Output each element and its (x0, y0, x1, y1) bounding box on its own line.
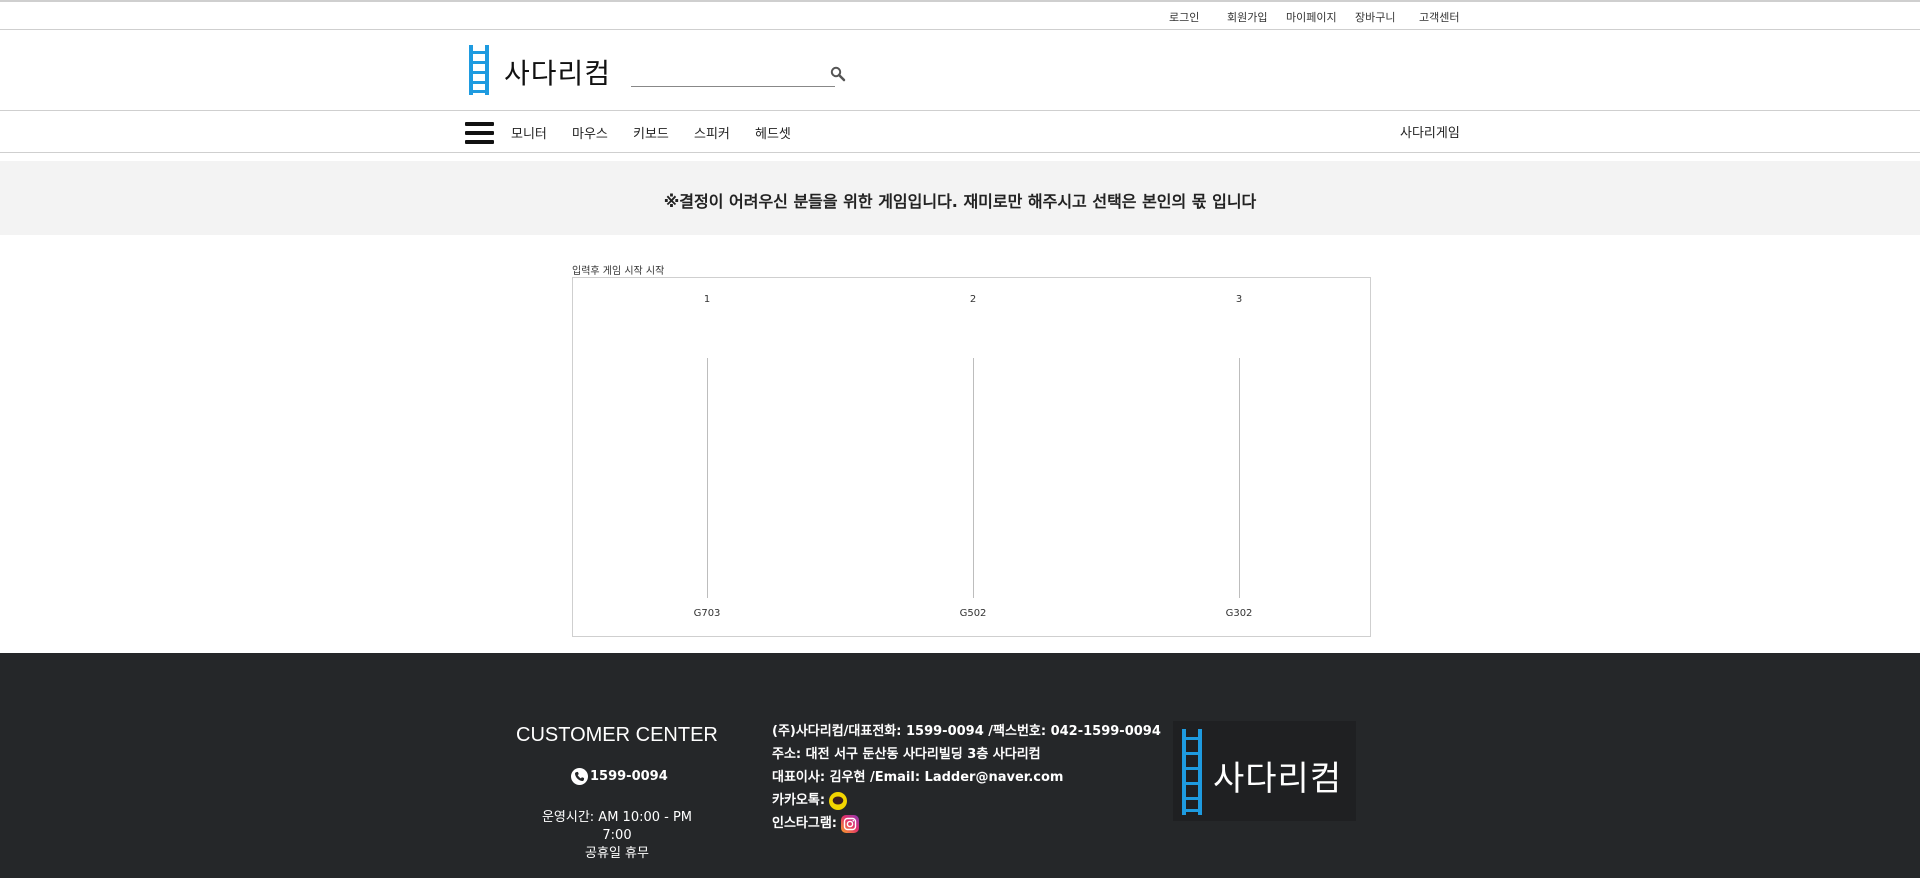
search-icon[interactable] (830, 66, 846, 86)
kakao-icon[interactable] (829, 791, 848, 810)
game-caption: 입력후 게임 시작 시작 (572, 266, 665, 277)
result-label: G302 (1225, 608, 1253, 619)
nav-item-mouse[interactable]: 마우스 (572, 123, 608, 142)
kakao-row: 카카오톡: (772, 789, 1161, 812)
ladder-logo-icon[interactable] (467, 45, 491, 99)
login-link[interactable]: 로그인 (1169, 9, 1199, 25)
top-utility-bar: 로그인 회원가입 마이페이지 장바구니 고객센터 (0, 0, 1920, 30)
ladder-line (707, 358, 708, 598)
company-info-line: (주)사다리컴/대표전화: 1599-0094 /팩스번호: 042-1599-… (772, 724, 1161, 739)
instagram-label: 인스타그램: (772, 816, 837, 831)
search-input[interactable] (631, 62, 835, 87)
phone-icon (571, 768, 588, 785)
ladder-line (1239, 358, 1240, 598)
ceo-email-line: 대표이사: 김우현 /Email: Ladder@naver.com (772, 770, 1064, 785)
kakao-label: 카카오톡: (772, 793, 826, 808)
nav-item-keyboard[interactable]: 키보드 (633, 123, 669, 142)
company-info: (주)사다리컴/대표전화: 1599-0094 /팩스번호: 042-1599-… (772, 720, 1161, 835)
customer-center-link[interactable]: 고객센터 (1419, 9, 1459, 25)
instagram-icon[interactable] (841, 814, 859, 833)
ladder-line (973, 358, 974, 598)
footer-logo: 사다리컴 (1173, 721, 1356, 821)
site-footer: CUSTOMER CENTER 1599-0094 운영시간: AM 10:00… (0, 653, 1920, 878)
site-header: 사다리컴 (0, 30, 1920, 111)
holiday-text: 공휴일 휴무 (585, 846, 649, 861)
signup-link[interactable]: 회원가입 (1227, 9, 1267, 25)
category-nav: 모니터 마우스 키보드 스피커 헤드셋 사다리게임 (0, 111, 1920, 153)
site-logo-text[interactable]: 사다리컴 (504, 52, 611, 92)
nav-item-speaker[interactable]: 스피커 (694, 123, 730, 142)
player-label[interactable]: 1 (704, 294, 710, 305)
menu-icon[interactable] (465, 122, 494, 144)
instagram-row: 인스타그램: (772, 812, 1161, 835)
nav-item-ladder-game[interactable]: 사다리게임 (1400, 122, 1460, 141)
customer-center-title: CUSTOMER CENTER (516, 724, 718, 746)
player-label[interactable]: 2 (970, 294, 976, 305)
player-label[interactable]: 3 (1236, 294, 1242, 305)
address-line: 주소: 대전 서구 둔산동 사다리빌딩 3층 사다리컴 (772, 747, 1041, 762)
cart-link[interactable]: 장바구니 (1355, 9, 1395, 25)
phone-number[interactable]: 1599-0094 (590, 769, 668, 784)
notice-text: ※결정이 어려우신 분들을 위한 게임입니다. 재미로만 해주시고 선택은 본인… (663, 192, 1257, 211)
customer-center-phone: 1599-0094 (571, 768, 668, 785)
business-hours-text: 운영시간: AM 10:00 - PM 7:00 (541, 810, 693, 843)
nav-item-monitor[interactable]: 모니터 (511, 123, 547, 142)
result-label: G703 (693, 608, 721, 619)
business-hours: 운영시간: AM 10:00 - PM 7:00 공휴일 휴무 (530, 809, 704, 863)
nav-item-headset[interactable]: 헤드셋 (755, 123, 791, 142)
ladder-logo-icon (1182, 729, 1202, 815)
mypage-link[interactable]: 마이페이지 (1286, 9, 1337, 25)
footer-logo-text: 사다리컴 (1213, 759, 1343, 799)
notice-banner: ※결정이 어려우신 분들을 위한 게임입니다. 재미로만 해주시고 선택은 본인… (0, 161, 1920, 235)
result-label: G502 (959, 608, 987, 619)
ladder-game-board[interactable]: 1 2 3 G703 G502 G302 (572, 277, 1371, 637)
